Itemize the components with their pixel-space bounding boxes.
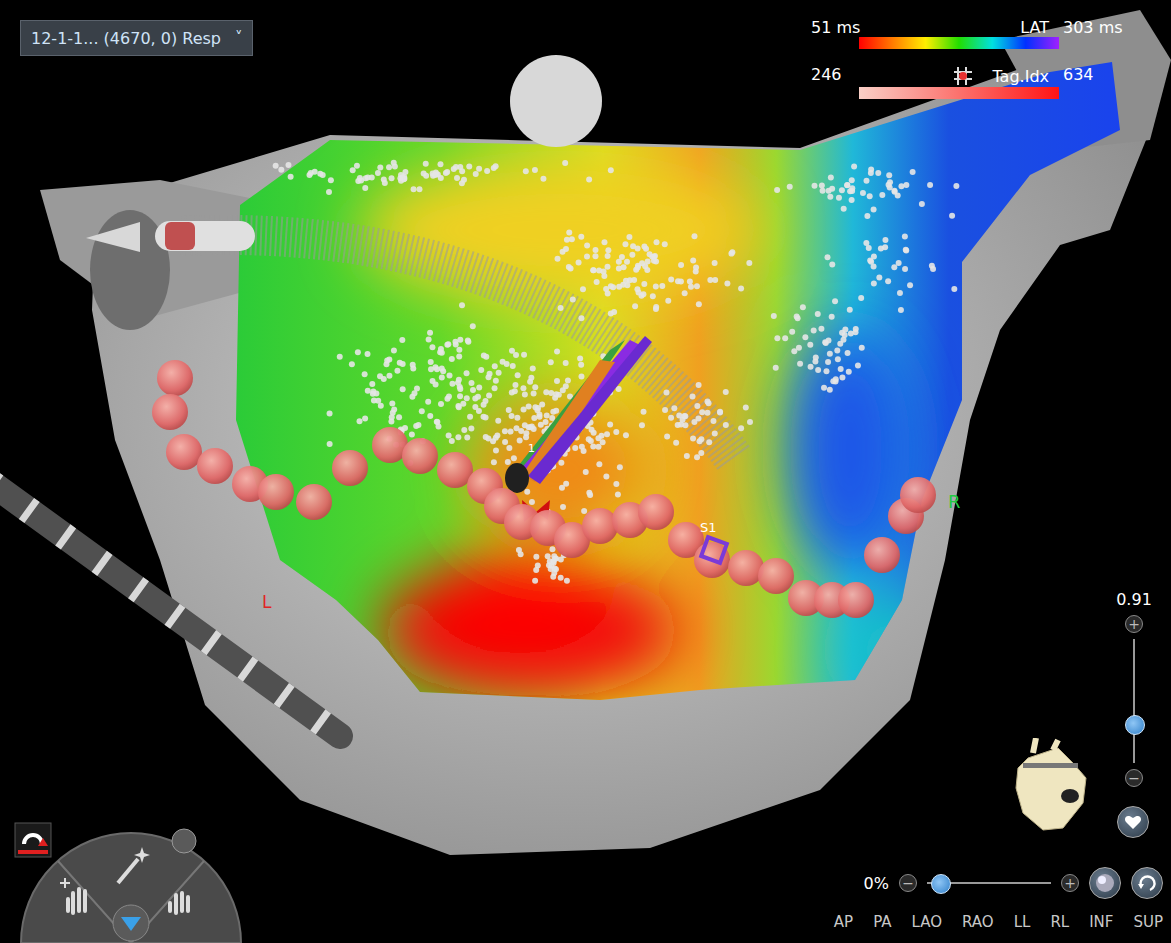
sphere-icon: [1094, 872, 1116, 894]
legend-bar: [859, 37, 1059, 49]
legend-name: LAT: [1020, 18, 1049, 37]
anatomy-map[interactable]: L R S1 1: [0, 0, 1171, 943]
view-button[interactable]: INF: [1089, 913, 1113, 931]
light-indicator: [510, 55, 602, 147]
legend-max: 303 ms: [1059, 18, 1115, 37]
transparency-value: 0%: [864, 874, 889, 893]
transparency-plus-button[interactable]: +: [1061, 874, 1079, 892]
rotate-icon: [1136, 872, 1158, 894]
transparency-control: 0%− +: [864, 867, 1163, 899]
zoom-in-button[interactable]: +: [1125, 615, 1143, 633]
view-button[interactable]: LL: [1014, 913, 1031, 931]
zoom-value: 0.91: [1116, 590, 1152, 609]
map-label: L: [262, 592, 272, 612]
mapping-points: [273, 160, 960, 584]
transparency-minus-button[interactable]: −: [899, 874, 917, 892]
reference-catheter: [0, 482, 340, 736]
map-selector-label: 12-1-1... (4670, 0) Resp: [31, 29, 221, 48]
magic-wand-icon[interactable]: [118, 847, 150, 883]
hand-icon[interactable]: [170, 893, 188, 913]
color-legend: 246Tag.Idx634: [815, 65, 1115, 99]
map-label: 1: [528, 442, 535, 455]
heart-icon: [1124, 814, 1142, 830]
chamber-shell: [40, 10, 1171, 855]
catheter-shadow: [86, 222, 735, 460]
view-button[interactable]: RAO: [962, 913, 994, 931]
view-button[interactable]: AP: [834, 913, 853, 931]
legend-min: 246: [811, 65, 859, 87]
transparency-knob[interactable]: [931, 874, 951, 894]
view-button[interactable]: SUP: [1133, 913, 1163, 931]
navigation-wheel[interactable]: [18, 821, 244, 943]
legend-name: Tag.Idx: [952, 65, 1049, 87]
map-selector[interactable]: 12-1-1... (4670, 0) Resp ˅: [20, 20, 253, 56]
zoom-out-button[interactable]: −: [1125, 769, 1143, 787]
legend-min: 51 ms: [811, 18, 859, 37]
view-button[interactable]: LAO: [912, 913, 943, 931]
view-button[interactable]: PA: [873, 913, 891, 931]
zoom-knob[interactable]: [1125, 715, 1145, 735]
carto-viewer: L R S1 1 12-1-1... (4670, 0) Resp ˅ 51 ms LAT 30…: [0, 0, 1171, 943]
ablation-tags: [152, 360, 936, 618]
hand-plus-icon[interactable]: [60, 878, 85, 913]
transparency-slider[interactable]: [927, 882, 1051, 884]
tag-grid-icon: [952, 65, 974, 87]
heart-button[interactable]: [1117, 806, 1149, 838]
legend-max: 634: [1059, 65, 1115, 87]
zoom-slider[interactable]: [1133, 639, 1135, 763]
view-presets: AP PA LAO RAO LL RL INF SUP: [834, 913, 1163, 931]
magnet-icon[interactable]: [14, 822, 52, 858]
rotate-button[interactable]: [1131, 867, 1163, 899]
shading-button[interactable]: [1089, 867, 1121, 899]
legend-bar: [859, 87, 1059, 99]
chevron-icon: ˅: [235, 29, 243, 47]
map-label: S1: [700, 520, 717, 535]
zoom-control: 0.91 + −: [1111, 590, 1157, 787]
s1-marker: [701, 537, 727, 563]
color-legend: 51 msLAT303 ms: [815, 18, 1115, 49]
map-label: R: [948, 491, 961, 512]
view-button[interactable]: RL: [1050, 913, 1069, 931]
orientation-heart-icon[interactable]: [998, 738, 1098, 838]
collapse-icon[interactable]: [121, 917, 141, 931]
legend-stack: 51 msLAT303 ms246Tag.Idx634: [815, 18, 1115, 99]
ablation-catheter: [505, 336, 652, 522]
link-icon[interactable]: [172, 829, 196, 853]
view-toolbar: 0%− + AP PA LAO RAO LL RL INF SUP: [834, 867, 1163, 931]
